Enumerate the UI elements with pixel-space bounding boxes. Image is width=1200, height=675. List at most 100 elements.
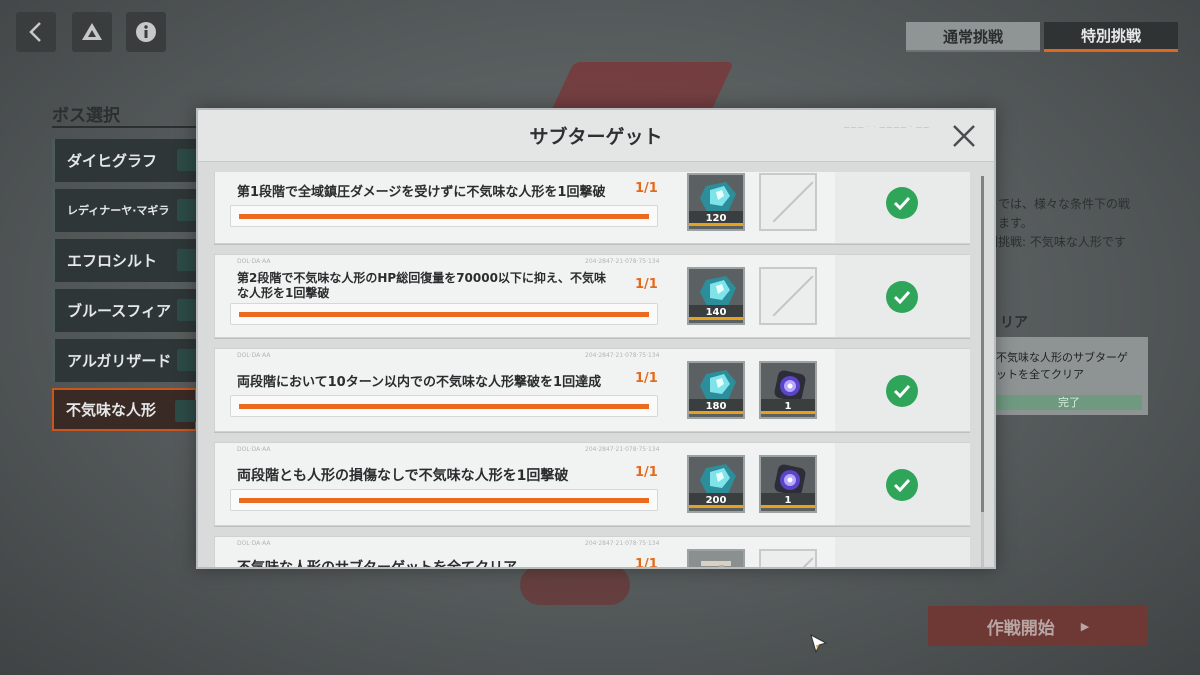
reward-item[interactable]: 1 [759, 361, 817, 419]
reward-quantity: 120 [689, 211, 743, 226]
completed-check-icon [886, 187, 918, 219]
sub-target-row: DOL·DA·AA 204·2847·21·078·75·134 両段階とも人形… [214, 442, 970, 526]
reward-quantity: 200 [689, 493, 743, 508]
close-icon[interactable] [950, 122, 978, 150]
play-arrow-icon: ▶ [1080, 619, 1090, 633]
reward-item[interactable]: 180 [687, 361, 745, 419]
reward-quantity: 1 [761, 399, 815, 414]
sub-target-desc: 第1段階で全域鎮圧ダメージを受けずに不気味な人形を1回撃破 [237, 185, 606, 200]
divider [52, 126, 197, 128]
reward-quantity: 180 [689, 399, 743, 414]
boss-item-label: ブルースフィア [67, 302, 171, 320]
sub-target-progress: 1/1 [635, 465, 658, 480]
tab-special-challenge[interactable]: 特別挑戦 [1044, 22, 1178, 52]
back-button[interactable] [16, 12, 56, 52]
boss-check-icon [175, 400, 197, 422]
clear-reward-box: 不気味な人形のサブターゲットを全てクリア 完了 [986, 337, 1148, 415]
boss-item-label: エフロシルト [67, 252, 158, 270]
start-operation-label: 作戦開始 [986, 618, 1055, 639]
sub-target-row: DOL·DA·AA 204·2847·21·078·75·134 不気味な人形の… [214, 536, 970, 569]
row-decoration: DOL·DA·AA [237, 352, 271, 359]
drive-button[interactable] [72, 12, 112, 52]
boss-item-label: 不気味な人形 [66, 401, 157, 419]
sub-target-progress: 1/1 [635, 371, 658, 386]
reward-item[interactable]: 120 [687, 173, 745, 231]
reward-item[interactable]: 140 [687, 267, 745, 325]
progress-fill [239, 214, 649, 219]
progress-bar [230, 489, 658, 511]
sub-target-desc: 不気味な人形のサブターゲットを全てクリア [237, 560, 517, 569]
scrollbar-thumb[interactable] [981, 176, 984, 512]
sub-target-progress: 1/1 [635, 557, 658, 569]
info-button[interactable] [126, 12, 166, 52]
boss-info-text: ドでは、様々な条件下の戦 ります。 別挑戦: 不気味な人形です [986, 195, 1156, 252]
start-operation-button[interactable]: 作戦開始 ▶ [928, 606, 1148, 646]
sub-target-progress: 1/1 [635, 277, 658, 292]
boss-item-label: ダイヒグラフ [67, 152, 158, 170]
reward-item[interactable] [687, 549, 745, 567]
modal-header: ——— · · ———— · —— サブターゲット [198, 110, 994, 162]
boss-item[interactable]: アルガリザード [52, 339, 199, 382]
sub-target-progress: 1/1 [635, 181, 658, 196]
completed-check-icon [886, 375, 918, 407]
sub-target-desc: 両段階とも人形の損傷なしで不気味な人形を1回撃破 [237, 468, 569, 484]
completed-check-icon [886, 469, 918, 501]
mode-tabs: 通常挑戦 特別挑戦 [906, 22, 1178, 52]
clear-heading: リア [1000, 315, 1028, 331]
status-cell [835, 255, 970, 337]
boss-item[interactable]: レディナーヤ·マギラ [52, 189, 199, 232]
reward-empty-slot [759, 267, 817, 325]
boss-item[interactable]: ダイヒグラフ [52, 139, 199, 182]
boss-item[interactable]: エフロシルト [52, 239, 199, 282]
background-red-splash-2 [520, 565, 630, 605]
status-cell [835, 349, 970, 431]
reward-item[interactable]: 1 [759, 455, 817, 513]
reward-empty-slot [759, 173, 817, 231]
sub-target-row: DOL·DA·AA 204·2847·21·078·75·134 第2段階で不気… [214, 254, 970, 338]
boss-item-label: アルガリザード [67, 352, 172, 370]
info-line: ドでは、様々な条件下の戦 [986, 197, 1131, 211]
clear-desc: 不気味な人形のサブターゲットを全てクリア [996, 351, 1128, 381]
weapon-icon [701, 561, 731, 567]
progress-bar [230, 303, 658, 325]
row-decoration: 204·2847·21·078·75·134 [585, 352, 660, 359]
clear-status-badge: 完了 [996, 395, 1142, 410]
info-icon [136, 22, 156, 42]
progress-bar [230, 205, 658, 227]
row-decoration: DOL·DA·AA [237, 258, 271, 265]
row-decoration: 204·2847·21·078·75·134 [585, 258, 660, 265]
sub-target-desc: 第2段階で不気味な人形のHP総回復量を70000以下に抑え、不気味な人形を1回撃… [237, 271, 606, 300]
reward-item[interactable]: 200 [687, 455, 745, 513]
boss-item[interactable]: ブルースフィア [52, 289, 199, 332]
row-decoration: 204·2847·21·078·75·134 [585, 540, 660, 547]
triangle-logo-icon [82, 23, 102, 40]
chevron-left-icon [29, 22, 41, 42]
status-cell [835, 537, 970, 567]
status-cell [835, 172, 970, 243]
progress-bar [230, 395, 658, 417]
row-decoration: DOL·DA·AA [237, 446, 271, 453]
sub-target-desc: 両段階において10ターン以内での不気味な人形撃破を1回達成 [237, 375, 602, 390]
boss-select-heading: ボス選択 [52, 106, 120, 126]
sub-target-row: DOL·DA·AA 204·2847·21·078·75·134 両段階において… [214, 348, 970, 432]
sub-target-list: 第1段階で全域鎮圧ダメージを受けずに不気味な人形を1回撃破 1/1 120 DO… [214, 172, 972, 569]
reward-quantity: 140 [689, 305, 743, 320]
progress-fill [239, 498, 649, 503]
boss-item-selected[interactable]: 不気味な人形 [52, 388, 197, 431]
progress-fill [239, 312, 649, 317]
completed-check-icon [886, 281, 918, 313]
tab-normal-challenge[interactable]: 通常挑戦 [906, 22, 1040, 52]
modal-title: サブターゲット [529, 126, 663, 148]
header-decoration: ——— · · ———— · —— [843, 124, 930, 131]
sub-target-modal: ——— · · ———— · —— サブターゲット 第1段階で全域鎮圧ダメージを… [196, 108, 996, 569]
row-decoration: 204·2847·21·078·75·134 [585, 446, 660, 453]
progress-fill [239, 404, 649, 409]
boss-item-label: レディナーヤ·マギラ [67, 204, 170, 217]
status-cell [835, 443, 970, 525]
sub-target-row: 第1段階で全域鎮圧ダメージを受けずに不気味な人形を1回撃破 1/1 120 [214, 172, 970, 244]
row-decoration: DOL·DA·AA [237, 540, 271, 547]
reward-empty-slot [759, 549, 817, 567]
mouse-cursor-icon [810, 634, 828, 654]
info-line: 別挑戦: 不気味な人形です [986, 235, 1126, 249]
reward-quantity: 1 [761, 493, 815, 508]
